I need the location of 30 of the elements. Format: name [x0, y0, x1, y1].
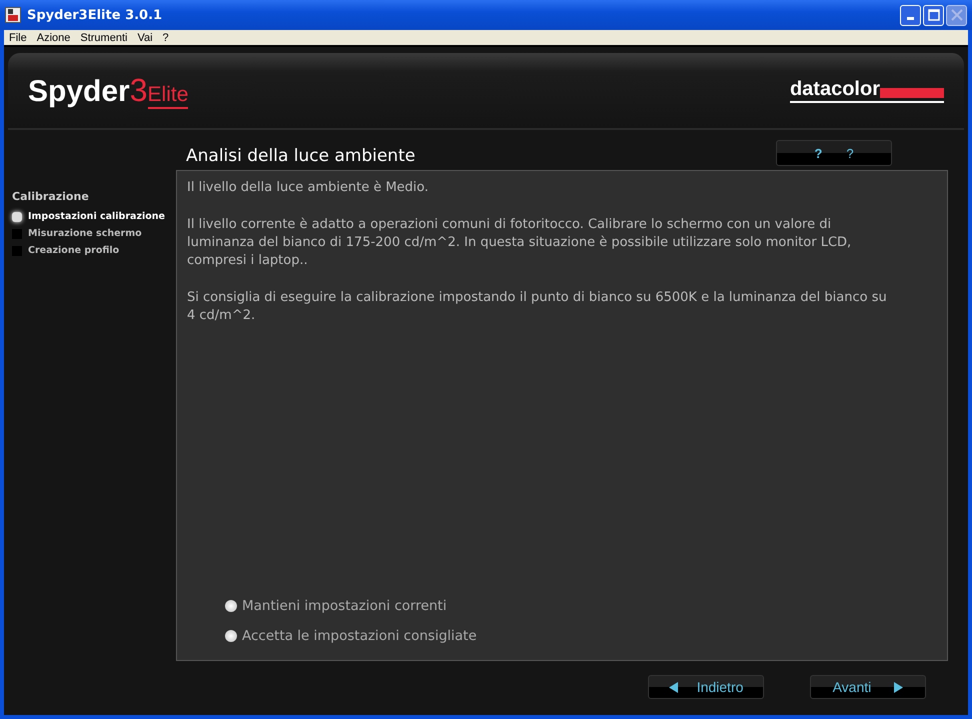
step-item[interactable]: Impostazioni calibrazione [12, 211, 176, 222]
window-title: Spyder3Elite 3.0.1 [27, 8, 164, 22]
radio-option[interactable]: Accetta le impostazioni consigliate [225, 628, 937, 644]
step-item[interactable]: Creazione profilo [12, 245, 176, 256]
menu-item[interactable]: ? [158, 32, 174, 44]
info-paragraph: Il livello corrente è adatto a operazioni comuni di fotoritocco. Calibrare lo schermo con un valore di luminanza del bianco di 175-200 cd/m^2. In questa situazione è possibile utilizzare solo monitor LCD, compresi i laptop.. [187, 216, 852, 270]
info-paragraph: Il livello della luce ambiente è Medio. [187, 179, 430, 197]
page-title: Analisi della luce ambiente [186, 146, 416, 168]
close-icon [950, 9, 962, 21]
app-icon [5, 7, 21, 23]
right-triangle-icon [894, 682, 904, 692]
left-triangle-icon [668, 682, 678, 692]
product-logo: Spyder3Elite [28, 72, 188, 109]
back-button[interactable]: Indietro [648, 675, 764, 699]
minimize-icon [907, 17, 914, 20]
help-button[interactable]: ? ? [776, 140, 892, 166]
sidebar-heading: Calibrazione [12, 190, 90, 203]
menu-item[interactable]: Vai [132, 32, 158, 44]
next-button[interactable]: Avanti [810, 675, 926, 699]
menu-item[interactable]: Azione [32, 32, 76, 44]
info-paragraph: Si consiglia di eseguire la calibrazione impostando il punto di bianco su 6500K e la luminanza del bianco su 4 cd/m^2. [187, 289, 887, 325]
vendor-logo: datacolor [790, 78, 944, 103]
close-button[interactable] [946, 4, 967, 26]
maximize-icon [928, 9, 940, 21]
minimize-button[interactable] [900, 4, 921, 26]
radio-option[interactable]: Mantieni impostazioni correnti [225, 598, 937, 614]
step-item[interactable]: Misurazione schermo [12, 228, 176, 239]
menu-item[interactable]: Strumenti [75, 32, 132, 44]
menu-item[interactable]: File [4, 32, 32, 44]
maximize-button[interactable] [923, 4, 944, 26]
